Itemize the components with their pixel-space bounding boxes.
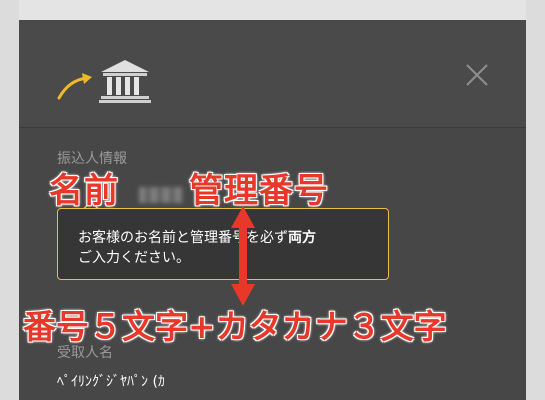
device-bezel-right: [526, 0, 545, 400]
tooltip-text-bold: 両方: [288, 230, 316, 246]
tooltip-text-line2: ご入力ください。: [78, 250, 190, 266]
annotation-management-number: 管理番号: [189, 171, 329, 211]
recipient-name-label: 受取人名: [57, 345, 113, 361]
transfer-info-panel: 振込人情報 お客様のお名前と管理番号を必ず両方 ご入力ください。 名前 管理番号…: [19, 20, 526, 400]
panel-header: [19, 20, 526, 128]
annotation-name: 名前: [49, 171, 119, 211]
transfer-arrow-icon: [57, 73, 92, 100]
header-divider: [19, 127, 526, 128]
device-bezel-left: [0, 0, 19, 400]
bank-icon: [99, 60, 151, 103]
annotation-format-rule: 番号５文字+カタカナ３文字: [23, 307, 447, 346]
input-hint-tooltip: お客様のお名前と管理番号を必ず両方 ご入力ください。: [57, 208, 389, 280]
device-bezel-top: [0, 0, 545, 20]
close-icon[interactable]: [462, 60, 492, 90]
redacted-name: [139, 187, 183, 203]
recipient-name-value: ﾍﾟｲﾘﾝｸﾞｼﾞﾔﾊﾟﾝ (ｶ: [57, 374, 165, 390]
annotation-double-arrow: [231, 206, 255, 306]
